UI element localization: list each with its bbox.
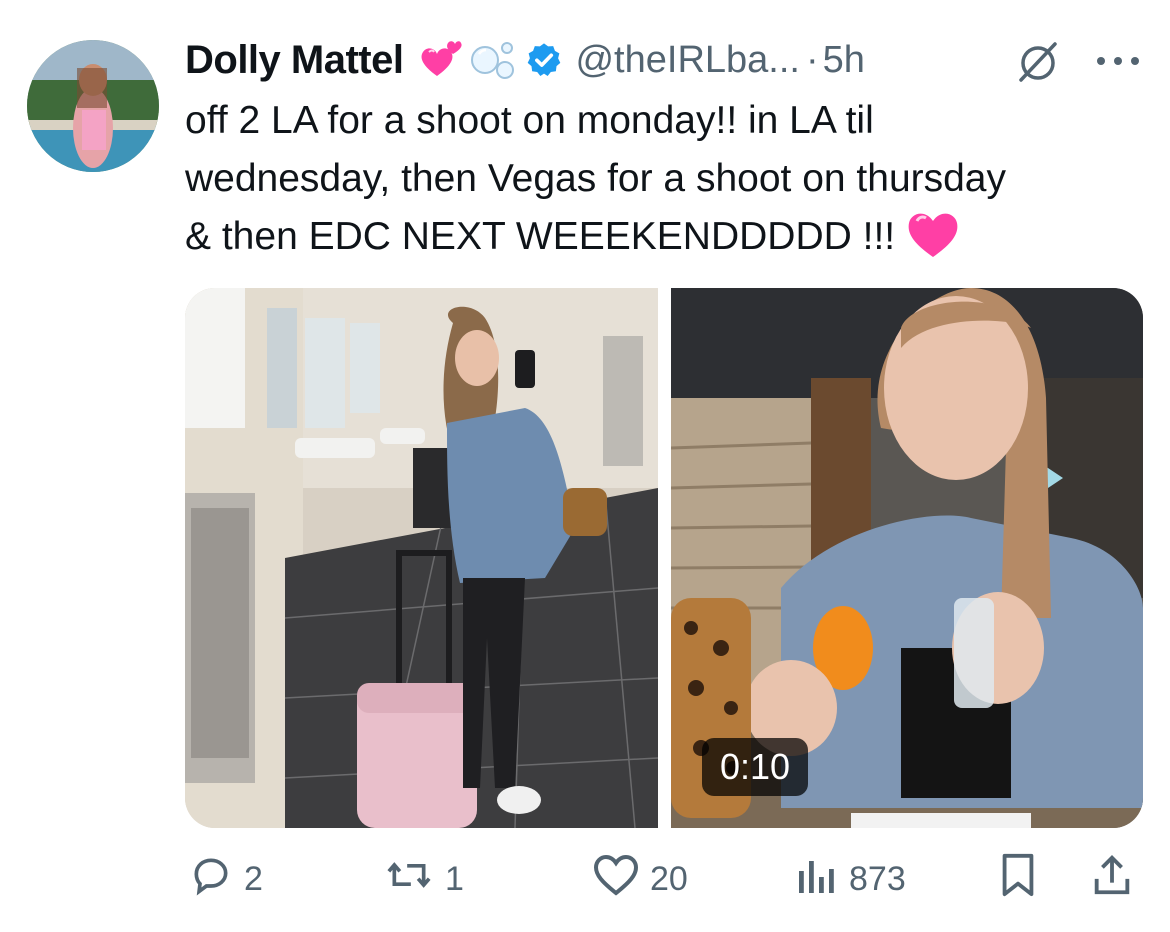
share-button[interactable] <box>1090 854 1134 902</box>
grok-icon[interactable] <box>1015 38 1063 91</box>
avatar[interactable] <box>27 40 159 172</box>
bubbles-emoji-icon <box>469 38 517 82</box>
like-icon <box>592 853 640 906</box>
video-duration-badge: 0:10 <box>702 738 808 796</box>
reply-count: 2 <box>244 859 263 898</box>
repost-icon <box>383 853 435 906</box>
more-icon[interactable] <box>1095 54 1141 72</box>
media-photo-left[interactable] <box>185 288 659 828</box>
separator-dot: · <box>805 38 819 81</box>
tweet-text-line: off 2 LA for a shoot on monday!! in LA t… <box>185 99 874 142</box>
tweet-text-line: wednesday, then Vegas for a shoot on thu… <box>185 157 1006 200</box>
views-count: 873 <box>849 859 906 898</box>
views-icon <box>795 853 839 906</box>
pink-heart-emoji-icon <box>905 209 961 276</box>
tweet-text-line-content: & then EDC NEXT WEEEKENDDDDD !!! <box>185 215 896 258</box>
like-count: 20 <box>650 859 688 898</box>
reply-button[interactable]: 2 <box>188 856 263 902</box>
share-icon <box>1090 852 1134 907</box>
two-hearts-emoji-icon <box>417 40 463 80</box>
author-handle[interactable]: @theIRLba... <box>575 39 799 82</box>
tweet-text-line-last: & then EDC NEXT WEEEKENDDDDD !!! <box>185 208 1165 276</box>
views-button[interactable]: 873 <box>795 856 906 902</box>
repost-button[interactable]: 1 <box>383 856 464 902</box>
like-button[interactable]: 20 <box>592 854 688 902</box>
bookmark-icon <box>998 852 1038 907</box>
tweet-timestamp[interactable]: 5h <box>823 39 865 82</box>
tweet-text: off 2 LA for a shoot on monday!! in LA t… <box>185 92 1165 276</box>
tweet-header: Dolly Mattel @theIRLba... · 5h <box>185 32 865 88</box>
bookmark-button[interactable] <box>998 853 1038 902</box>
reply-icon <box>188 853 234 906</box>
display-name[interactable]: Dolly Mattel <box>185 38 404 83</box>
repost-count: 1 <box>445 859 464 898</box>
verified-badge-icon[interactable] <box>525 41 563 79</box>
media-grid[interactable] <box>185 288 1143 828</box>
